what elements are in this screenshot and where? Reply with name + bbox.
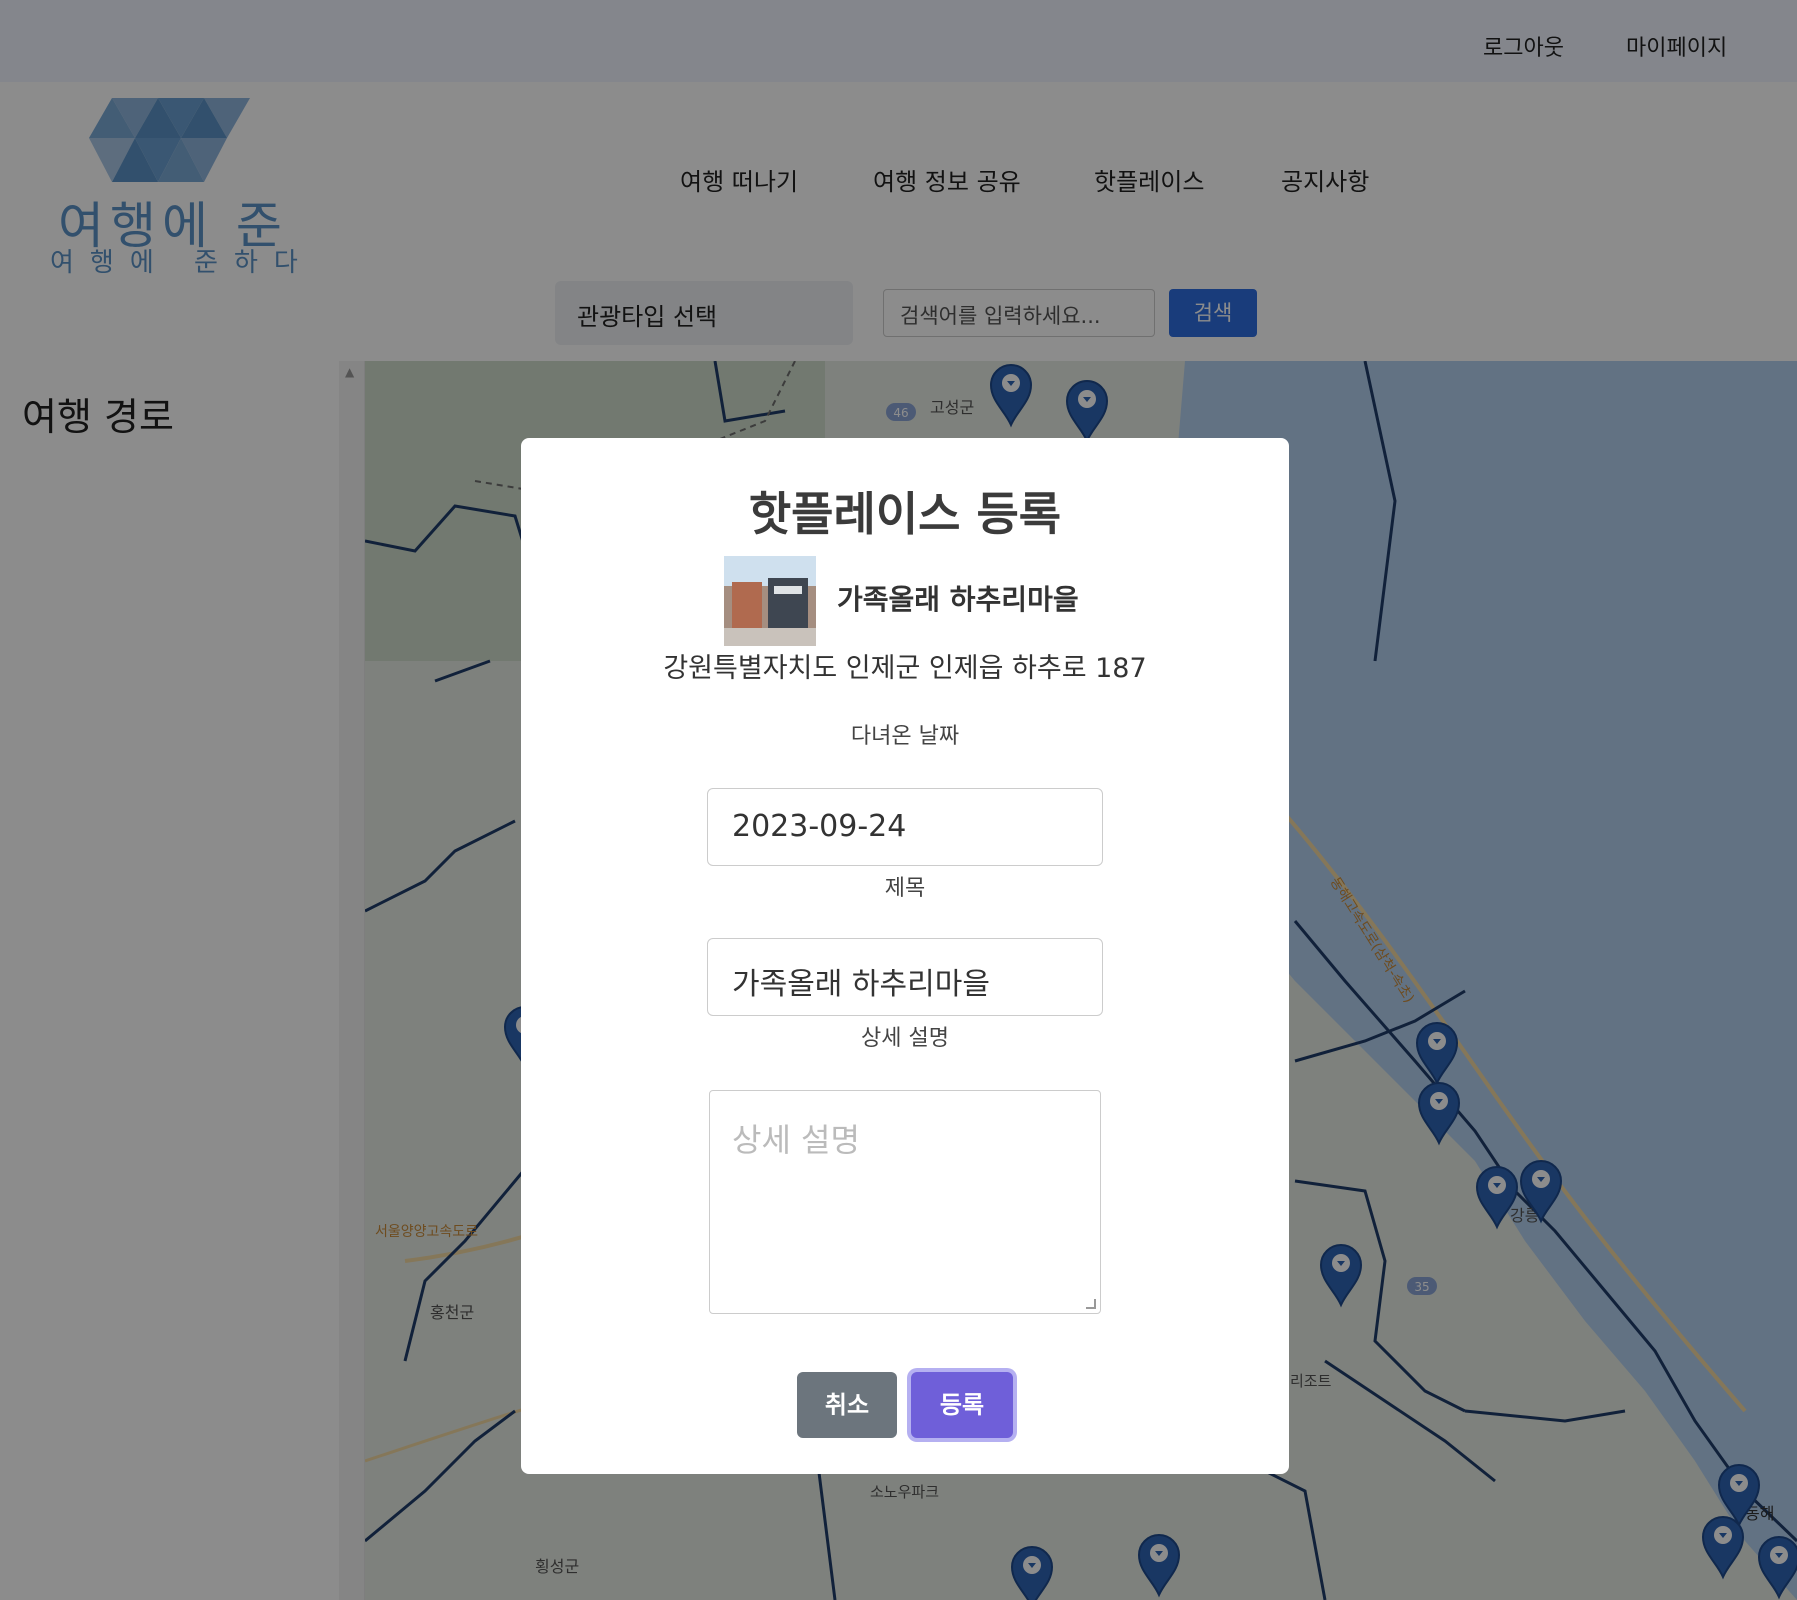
title-input[interactable]: 가족올래 하추리마을 xyxy=(707,938,1103,1016)
title-label: 제목 xyxy=(884,876,926,901)
desc-placeholder: 상세 설명 xyxy=(732,1121,860,1159)
modal-title: 핫플레이스 등록 xyxy=(748,487,1062,541)
cancel-button[interactable]: 취소 xyxy=(797,1372,897,1438)
place-thumbnail xyxy=(724,556,816,646)
desc-label: 상세 설명 xyxy=(861,1026,949,1051)
place-name: 가족올래 하추리마을 xyxy=(837,583,1079,616)
submit-button[interactable]: 등록 xyxy=(911,1372,1013,1438)
place-address: 강원특별자치도 인제군 인제읍 하추로 187 xyxy=(663,653,1147,684)
desc-textarea[interactable]: 상세 설명 xyxy=(709,1090,1101,1314)
date-label: 다녀온 날짜 xyxy=(850,724,960,749)
resize-handle-icon[interactable] xyxy=(1086,1299,1096,1309)
hotplace-register-modal: 핫플레이스 등록 가족올래 하추리마을 강원특별자치도 인제군 인제읍 하추로 … xyxy=(521,438,1289,1474)
date-input[interactable]: 2023-09-24 xyxy=(707,788,1103,866)
